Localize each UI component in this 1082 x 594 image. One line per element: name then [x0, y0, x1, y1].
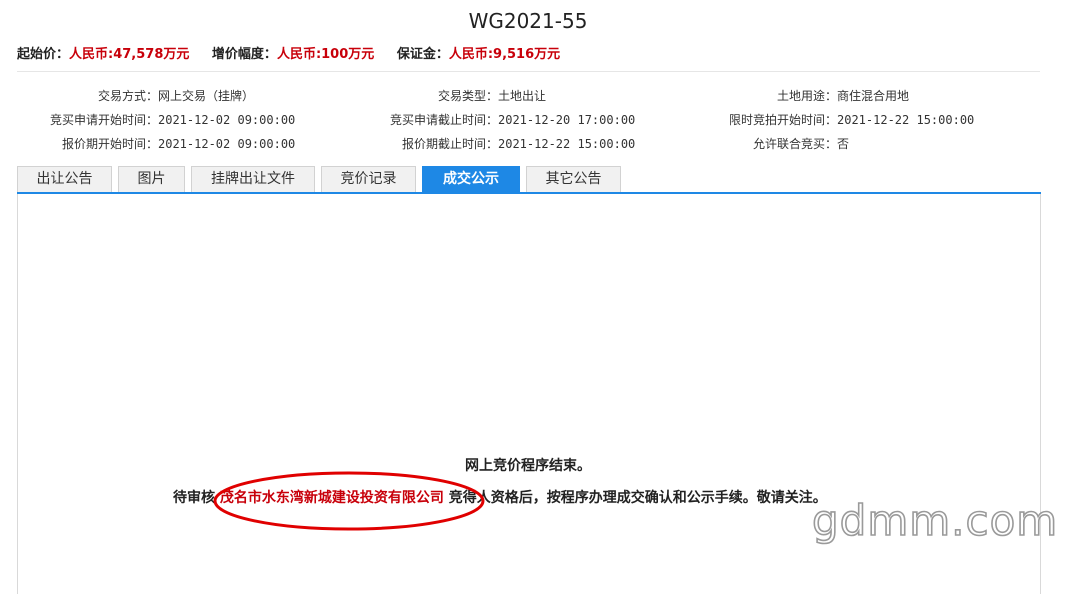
info-apply-end: 竞买申请截止时间：2021-12-20 17:00:00: [389, 113, 636, 127]
info-trade-type: 交易类型：土地出让: [437, 89, 547, 103]
annotation-circle: [213, 471, 485, 531]
increment-label: 增价幅度：: [211, 47, 277, 62]
page-title: WG2021-55: [468, 9, 588, 33]
info-quote-start: 报价期开始时间：2021-12-02 09:00:00: [61, 137, 296, 151]
tab-deal-publicity[interactable]: 成交公示: [422, 166, 520, 192]
start-price-label: 起始价：: [17, 47, 70, 62]
start-price-value: 人民币:47,578万元: [69, 47, 190, 62]
deposit-label: 保证金：: [396, 47, 449, 62]
info-trade-mode: 交易方式：网上交易（挂牌）: [97, 89, 255, 103]
tab-bid-records[interactable]: 竞价记录: [321, 166, 416, 192]
info-quote-end: 报价期截止时间：2021-12-22 15:00:00: [401, 137, 636, 151]
info-auction-start: 限时竞拍开始时间：2021-12-22 15:00:00: [728, 113, 975, 127]
increment-value: 人民币:100万元: [276, 47, 375, 62]
price-bar: 起始价：人民币:47,578万元 增价幅度：人民币:100万元 保证金：人民币:…: [17, 43, 578, 62]
divider: [17, 71, 1040, 72]
tab-transfer-notice[interactable]: 出让公告: [17, 166, 112, 192]
tab-listing-documents[interactable]: 挂牌出让文件: [191, 166, 315, 192]
tab-other-notices[interactable]: 其它公告: [526, 166, 621, 192]
watermark: gdmm.com: [811, 495, 1059, 546]
info-joint-bid: 允许联合竞买：否: [752, 137, 850, 151]
info-land-use: 土地用途：商住混合用地: [776, 89, 910, 103]
result-message: 网上竞价程序结束。: [465, 458, 591, 474]
info-apply-start: 竞买申请开始时间：2021-12-02 09:00:00: [49, 113, 296, 127]
deposit-value: 人民币:9,516万元: [448, 47, 561, 62]
tab-images[interactable]: 图片: [118, 166, 185, 192]
